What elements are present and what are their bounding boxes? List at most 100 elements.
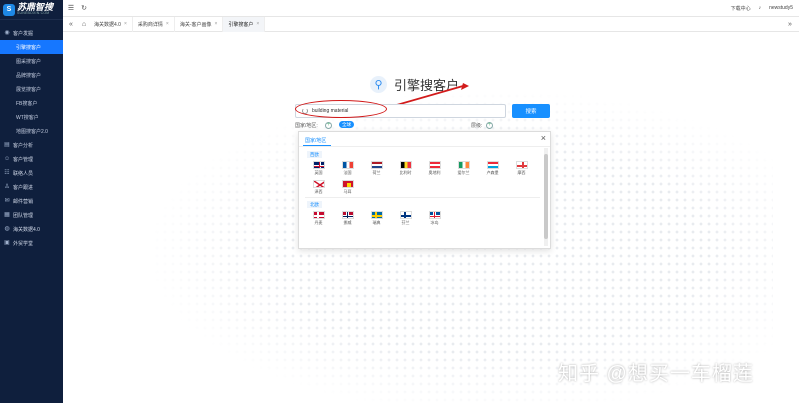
sidebar-item-fb-search[interactable]: FB搜客户	[0, 96, 63, 110]
sidebar-item-follow-up[interactable]: ♙ 客户跟进	[0, 180, 63, 194]
austria-flag-icon	[428, 161, 441, 169]
tabs-scroll-right-icon[interactable]: »	[785, 21, 795, 28]
region-chip[interactable]: 全球	[339, 121, 354, 128]
region-label-north-europe: 北欧	[307, 201, 322, 208]
norway-flag-icon	[341, 211, 354, 219]
netherlands-flag-icon	[370, 161, 383, 169]
country-name: 摩西	[517, 170, 526, 175]
sidebar-item-customer-analysis[interactable]: ▤ 客户分析	[0, 138, 63, 152]
menu-label: 客户跟进	[13, 184, 34, 191]
sidebar-item-customer-management[interactable]: ☺ 客户管理	[0, 152, 63, 166]
scrollbar-thumb[interactable]	[544, 154, 548, 239]
contact-icon: ☷	[4, 170, 10, 176]
sidebar-item-email-marketing[interactable]: ✉ 邮件营销	[0, 194, 63, 208]
country-option[interactable]: 荷兰	[365, 161, 388, 176]
level-filter-label: 层级:	[471, 123, 483, 129]
country-option[interactable]: 冰岛	[423, 211, 446, 226]
region-filter-label: 国家/地区:	[295, 123, 318, 129]
menu-label: 邮件营销	[13, 198, 34, 205]
sidebar-item-brand-search[interactable]: 品牌搜客户	[0, 68, 63, 82]
close-icon[interactable]: ×	[214, 21, 217, 27]
country-name: 比利时	[399, 170, 412, 175]
tabs-bar: « ⌂ 海关数据4.0 × 采购商详情 × 海关-客户画像 × 引擎搜客户 × »	[63, 16, 799, 32]
tab-engine-search[interactable]: 引擎搜客户 ×	[223, 16, 266, 32]
tab-buyer-detail[interactable]: 采购商详情 ×	[133, 16, 175, 32]
divider	[299, 146, 550, 147]
search-user-icon: ◉	[4, 30, 10, 36]
country-option[interactable]: 法国	[336, 161, 359, 176]
tabs-scroll-left-icon[interactable]: «	[66, 21, 76, 28]
tab-label: 采购商详情	[137, 21, 163, 28]
user-name[interactable]: newstudy5	[769, 5, 793, 11]
tab-country-region[interactable]: 国家/地区	[305, 137, 326, 144]
luxembourg-flag-icon	[486, 161, 499, 169]
watermark: 知乎 @想买一车榴莲	[558, 363, 754, 385]
school-icon: ▣	[4, 240, 10, 246]
search-person-icon: ⚲	[370, 76, 387, 93]
home-icon[interactable]: ⌂	[79, 21, 89, 28]
main-content: ⚲ 引擎搜客户 building material 搜索 国家/地区: + 全球…	[63, 32, 799, 403]
follow-icon: ♙	[4, 184, 10, 190]
topbar: ☰ ↻ 下载中心 ♪ newstudy5	[63, 0, 799, 17]
menu-label: 外贸学堂	[13, 240, 34, 247]
team-icon: ▦	[4, 212, 10, 218]
country-name: 泽西	[314, 189, 323, 194]
download-center-link[interactable]: 下载中心	[731, 5, 751, 12]
ireland-flag-icon	[457, 161, 470, 169]
denmark-flag-icon	[312, 211, 325, 219]
close-icon[interactable]: ×	[124, 21, 127, 27]
tab-customs-data[interactable]: 海关数据4.0 ×	[89, 16, 133, 32]
sidebar-item-school[interactable]: ▣ 外贸学堂	[0, 236, 63, 250]
tab-label: 海关数据4.0	[94, 21, 121, 28]
country-name: 冰岛	[430, 220, 439, 225]
country-option[interactable]: 奥地利	[423, 161, 446, 176]
mail-icon: ✉	[4, 198, 10, 204]
refresh-icon[interactable]: ↻	[79, 4, 89, 12]
iceland-flag-icon	[428, 211, 441, 219]
country-option[interactable]: 挪威	[336, 211, 359, 226]
country-option[interactable]: 摩西	[510, 161, 533, 176]
sidebar-menu: ◉ 客户发掘 引擎搜客户 图采搜客户 品牌搜客户 展览搜客户 FB搜客户 WT搜…	[0, 20, 63, 250]
add-level-icon[interactable]: +	[486, 122, 493, 129]
country-name: 法国	[343, 170, 352, 175]
menu-label: 团队管理	[13, 212, 34, 219]
country-option[interactable]: 泽西	[307, 180, 330, 195]
menu-group-customer-discovery[interactable]: ◉ 客户发掘	[0, 26, 63, 40]
add-region-icon[interactable]: +	[325, 122, 332, 129]
sidebar-item-wt-search[interactable]: WT搜客户	[0, 110, 63, 124]
country-option[interactable]: 丹麦	[307, 211, 330, 226]
close-icon[interactable]: ×	[166, 21, 169, 27]
sidebar-item-contacts[interactable]: ☷ 联络人员	[0, 166, 63, 180]
country-option[interactable]: 芬兰	[394, 211, 417, 226]
sidebar-item-expo-search[interactable]: 展览搜客户	[0, 82, 63, 96]
divider	[305, 197, 540, 198]
close-icon[interactable]: ×	[256, 21, 259, 27]
uk-flag-icon	[312, 161, 325, 169]
country-name: 奥地利	[428, 170, 441, 175]
tab-customer-profile[interactable]: 海关-客户画像 ×	[175, 16, 224, 32]
popup-scrollbar[interactable]	[544, 148, 548, 246]
sidebar-item-image-search[interactable]: 图采搜客户	[0, 54, 63, 68]
annotation-highlight-oval	[295, 100, 387, 118]
flag-list-west-europe: 英国 法国 荷兰 比利时 奥地利 爱尔兰 卢森堡 摩西 泽西 马耳	[307, 161, 547, 195]
search-button[interactable]: 搜索	[512, 104, 550, 118]
country-option[interactable]: 比利时	[394, 161, 417, 176]
country-option[interactable]: 卢森堡	[481, 161, 504, 176]
france-flag-icon	[341, 161, 354, 169]
sidebar-item-team[interactable]: ▦ 团队管理	[0, 208, 63, 222]
sweden-flag-icon	[370, 211, 383, 219]
logo[interactable]: S 苏鼎智搜 SUNEBOXIN.COM	[0, 0, 63, 20]
bell-icon[interactable]: ♪	[759, 5, 762, 11]
close-icon[interactable]: ×	[541, 133, 546, 143]
sidebar-item-map-search[interactable]: 地图搜客户2.0	[0, 124, 63, 138]
country-option[interactable]: 爱尔兰	[452, 161, 475, 176]
flag-list-north-europe: 丹麦 挪威 瑞典 芬兰 冰岛	[307, 211, 547, 226]
malta-flag-icon	[341, 180, 354, 188]
sidebar-item-engine-search[interactable]: 引擎搜客户	[0, 40, 63, 54]
menu-toggle-icon[interactable]: ☰	[66, 4, 76, 12]
country-name: 马耳	[343, 189, 352, 194]
country-option[interactable]: 马耳	[336, 180, 359, 195]
sidebar-item-customs-data[interactable]: ◍ 海关数据4.0	[0, 222, 63, 236]
country-option[interactable]: 英国	[307, 161, 330, 176]
country-option[interactable]: 瑞典	[365, 211, 388, 226]
